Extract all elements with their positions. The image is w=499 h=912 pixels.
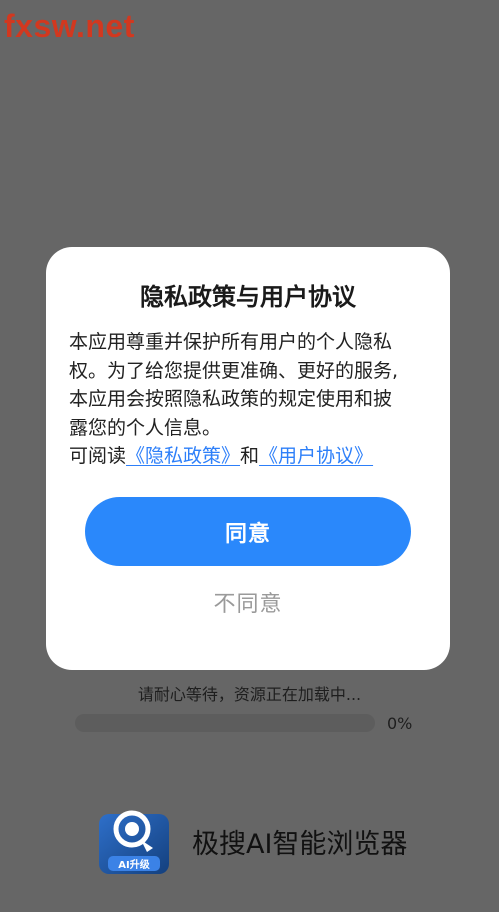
user-agreement-link[interactable]: 《用户协议》	[259, 445, 373, 467]
body-line: 权。为了给您提供更准确、更好的服务,	[69, 359, 399, 382]
loading-progress-bar	[75, 714, 375, 732]
app-logo-icon: AI升级	[99, 810, 169, 874]
app-name: 极搜AI智能浏览器	[192, 829, 408, 860]
body-line: 本应用尊重并保护所有用户的个人隐私	[69, 331, 393, 353]
dialog-title: 隐私政策与用户协议	[140, 283, 356, 311]
disagree-button[interactable]: 不同意	[46, 586, 450, 618]
policy-links-line: 可阅读《隐私政策》和《用户协议》	[69, 442, 420, 471]
dialog-body: 本应用尊重并保护所有用户的个人隐私 权。为了给您提供更准确、更好的服务, 本应用…	[69, 328, 420, 471]
agree-button[interactable]: 同意	[85, 497, 411, 566]
watermark-text: fxsw.net	[4, 8, 135, 44]
read-prefix: 可阅读	[69, 445, 127, 467]
app-logo-badge: AI升级	[118, 858, 150, 871]
progress-percent-label: 0%	[387, 714, 413, 733]
loading-status-text: 请耐心等待，资源正在加载中...	[137, 685, 362, 704]
body-line: 本应用会按照隐私政策的规定使用和披	[69, 388, 393, 410]
privacy-dialog: 隐私政策与用户协议 本应用尊重并保护所有用户的个人隐私 权。为了给您提供更准确、…	[46, 247, 450, 670]
body-line: 露您的个人信息。	[69, 416, 222, 439]
privacy-policy-link[interactable]: 《隐私政策》	[126, 445, 240, 467]
and-text: 和	[240, 445, 260, 467]
